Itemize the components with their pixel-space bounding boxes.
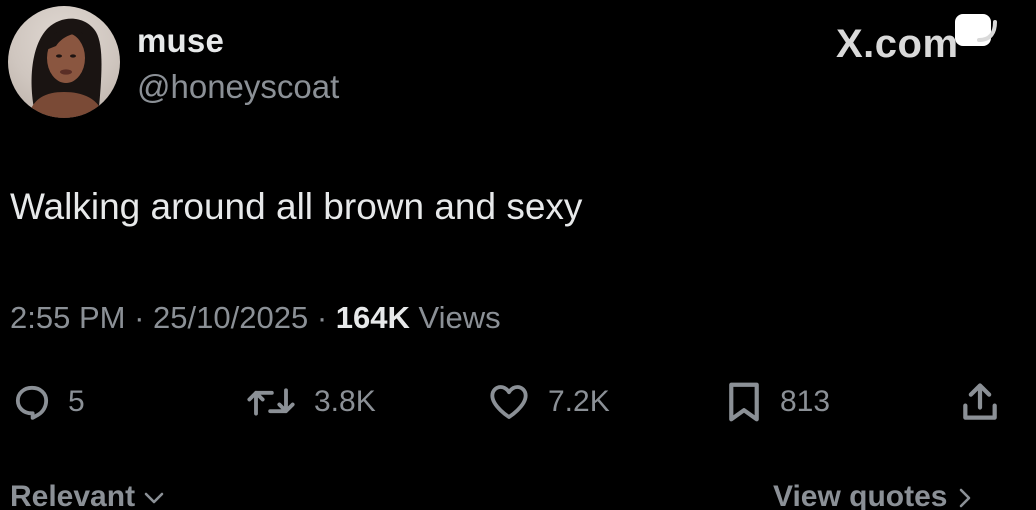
repost-icon [247, 388, 295, 416]
watermark: X.com [836, 22, 959, 66]
chevron-down-icon [145, 492, 164, 504]
repost-count: 3.8K [314, 385, 376, 418]
meta-separator: · [316, 300, 328, 335]
bookmark-button[interactable]: 813 [724, 378, 830, 426]
tweet-meta: 2:55 PM · 25/10/2025 · 164K Views [10, 300, 501, 336]
tweet-time[interactable]: 2:55 PM [10, 300, 125, 335]
toggle-icon[interactable] [951, 10, 1001, 54]
avatar[interactable] [8, 6, 120, 118]
tweet-text: Walking around all brown and sexy [10, 186, 583, 227]
views-label[interactable]: Views [419, 300, 501, 335]
share-icon [963, 383, 997, 420]
repost-button[interactable]: 3.8K [244, 378, 376, 426]
reply-icon [15, 385, 49, 420]
views-count[interactable]: 164K [336, 300, 410, 335]
like-button[interactable]: 7.2K [486, 378, 610, 426]
meta-separator: · [134, 300, 145, 335]
reply-count: 5 [68, 385, 85, 418]
bookmark-count: 813 [780, 385, 831, 418]
view-quotes-label: View quotes [773, 480, 948, 510]
heart-icon [490, 385, 528, 419]
sort-label: Relevant [10, 480, 136, 510]
bookmark-icon [729, 382, 759, 422]
user-handle[interactable]: @honeyscoat [137, 68, 339, 106]
share-button[interactable] [958, 378, 1002, 426]
display-name[interactable]: muse [137, 22, 224, 60]
tweet-date[interactable]: 25/10/2025 [153, 300, 308, 335]
view-quotes-link[interactable]: View quotes [773, 480, 974, 510]
tweet-screenshot: muse @honeyscoat X.com Walking around al… [0, 0, 1036, 510]
reply-button[interactable]: 5 [12, 378, 85, 426]
like-count: 7.2K [548, 385, 610, 418]
sort-relevant-dropdown[interactable]: Relevant [10, 480, 165, 510]
chevron-right-icon [959, 488, 971, 508]
avatar-image [28, 18, 104, 118]
